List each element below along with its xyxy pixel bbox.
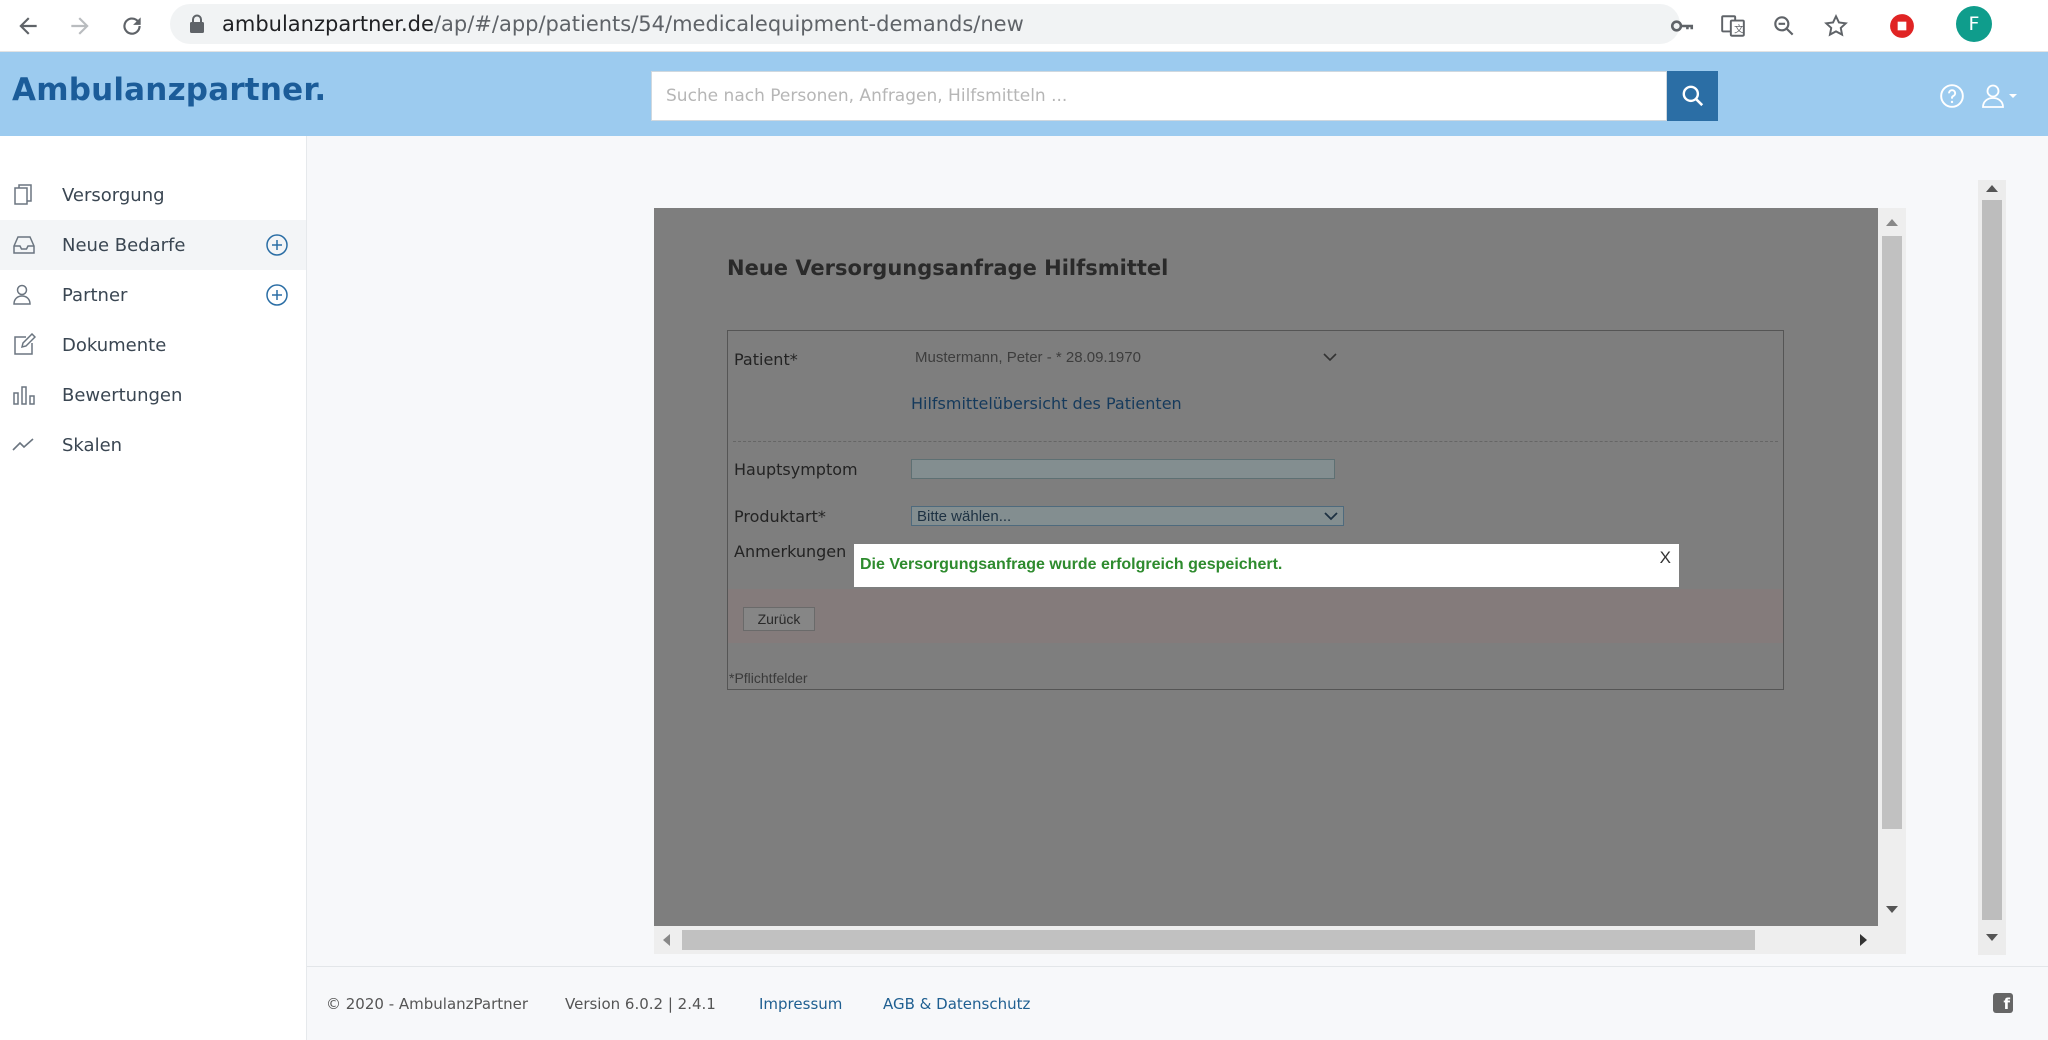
documents-icon	[14, 184, 32, 205]
sidebar-item-label: Neue Bedarfe	[62, 234, 186, 256]
search-container	[651, 71, 1667, 121]
sidebar-item-neue-bedarfe[interactable]: Neue Bedarfe	[0, 220, 306, 270]
profile-avatar[interactable]: F	[1956, 6, 1992, 42]
sidebar-item-skalen[interactable]: Skalen	[0, 420, 306, 470]
add-circle-icon[interactable]	[265, 233, 289, 257]
form-title: Neue Versorgungsanfrage Hilfsmittel	[727, 256, 1169, 280]
trend-icon	[12, 438, 34, 451]
patient-label: Patient*	[734, 350, 798, 369]
footer-agb-link[interactable]: AGB & Datenschutz	[883, 995, 1030, 1013]
forward-arrow-icon[interactable]	[64, 10, 96, 42]
sidebar-item-label: Versorgung	[62, 184, 165, 206]
add-circle-icon[interactable]	[265, 283, 289, 307]
search-button[interactable]	[1667, 71, 1718, 121]
back-arrow-icon[interactable]	[12, 10, 44, 42]
zoom-icon[interactable]	[1768, 10, 1800, 42]
frame-scroll-thumb[interactable]	[1882, 236, 1902, 829]
product-select-value: Bitte wählen...	[917, 508, 1012, 525]
scroll-up-icon[interactable]	[1984, 182, 2000, 194]
page-scroll-thumb[interactable]	[1982, 200, 2002, 920]
search-input[interactable]	[652, 72, 1666, 120]
bookmark-star-icon[interactable]	[1820, 10, 1852, 42]
footer-impressum-link[interactable]: Impressum	[759, 995, 842, 1013]
divider	[733, 441, 1778, 442]
product-label: Produktart*	[734, 507, 826, 526]
sidebar-item-label: Partner	[62, 284, 128, 306]
inbox-icon	[13, 236, 35, 254]
patient-select[interactable]: Mustermann, Peter - * 28.09.1970	[915, 349, 1141, 366]
sidebar-item-versorgung[interactable]: Versorgung	[0, 170, 306, 220]
symptom-input[interactable]	[911, 459, 1335, 479]
sidebar-item-label: Skalen	[62, 434, 123, 456]
browser-toolbar: ambulanzpartner.de/ap/#/app/patients/54/…	[0, 0, 2048, 52]
sidebar-item-label: Bewertungen	[62, 384, 183, 406]
footer: © 2020 - AmbulanzPartner Version 6.0.2 |…	[307, 966, 2048, 1040]
back-button[interactable]: Zurück	[743, 607, 815, 631]
address-bar[interactable]: ambulanzpartner.de/ap/#/app/patients/54/…	[170, 4, 1680, 44]
symptom-label: Hauptsymptom	[734, 460, 858, 479]
app-logo[interactable]: Ambulanzpartner.	[12, 72, 326, 108]
user-menu-icon[interactable]	[1980, 82, 2020, 110]
footer-version: Version 6.0.2 | 2.4.1	[565, 995, 716, 1013]
sidebar-item-dokumente[interactable]: Dokumente	[0, 320, 306, 370]
stop-extension-icon[interactable]	[1886, 10, 1918, 42]
partner-icon	[13, 284, 31, 305]
chevron-down-icon[interactable]	[1322, 351, 1338, 363]
frame-scroll-down-icon[interactable]	[1884, 904, 1900, 916]
footer-copyright: © 2020 - AmbulanzPartner	[326, 995, 529, 1013]
chevron-down-icon[interactable]	[1323, 510, 1339, 522]
product-select[interactable]: Bitte wählen...	[911, 506, 1344, 526]
toast-message: Die Versorgungsanfrage wurde erfolgreich…	[860, 556, 1283, 573]
svg-text:文: 文	[1734, 23, 1744, 36]
facebook-icon[interactable]: f	[1993, 993, 2013, 1013]
frame-scroll-up-icon[interactable]	[1884, 216, 1900, 228]
required-note: *Pflichtfelder	[729, 670, 808, 686]
frame-scroll-left-icon[interactable]	[660, 932, 672, 948]
frame-scroll-right-icon[interactable]	[1858, 932, 1870, 948]
bar-chart-icon	[13, 386, 35, 405]
sidebar-item-partner[interactable]: Partner	[0, 270, 306, 320]
success-toast: Die Versorgungsanfrage wurde erfolgreich…	[854, 544, 1679, 587]
translate-icon[interactable]: 文	[1717, 10, 1749, 42]
remarks-label: Anmerkungen	[734, 542, 847, 561]
frame-hscroll-thumb[interactable]	[682, 930, 1755, 950]
overview-link[interactable]: Hilfsmittelübersicht des Patienten	[911, 394, 1182, 413]
toast-close-button[interactable]: X	[1660, 548, 1671, 568]
sidebar-item-bewertungen[interactable]: Bewertungen	[0, 370, 306, 420]
edit-icon	[14, 333, 36, 355]
help-icon[interactable]	[1938, 82, 1966, 110]
sidebar-item-label: Dokumente	[62, 334, 167, 356]
sidebar: Versorgung Neue Bedarfe Partner Dokument…	[0, 136, 307, 1040]
app-header: Ambulanzpartner.	[0, 52, 2048, 136]
search-icon	[1682, 85, 1703, 107]
url-text: ambulanzpartner.de/ap/#/app/patients/54/…	[222, 12, 1024, 36]
reload-icon[interactable]	[116, 10, 148, 42]
form-button-bar	[728, 589, 1783, 643]
lock-icon	[190, 14, 204, 33]
key-icon[interactable]	[1666, 10, 1698, 42]
scroll-down-icon[interactable]	[1984, 932, 2000, 944]
